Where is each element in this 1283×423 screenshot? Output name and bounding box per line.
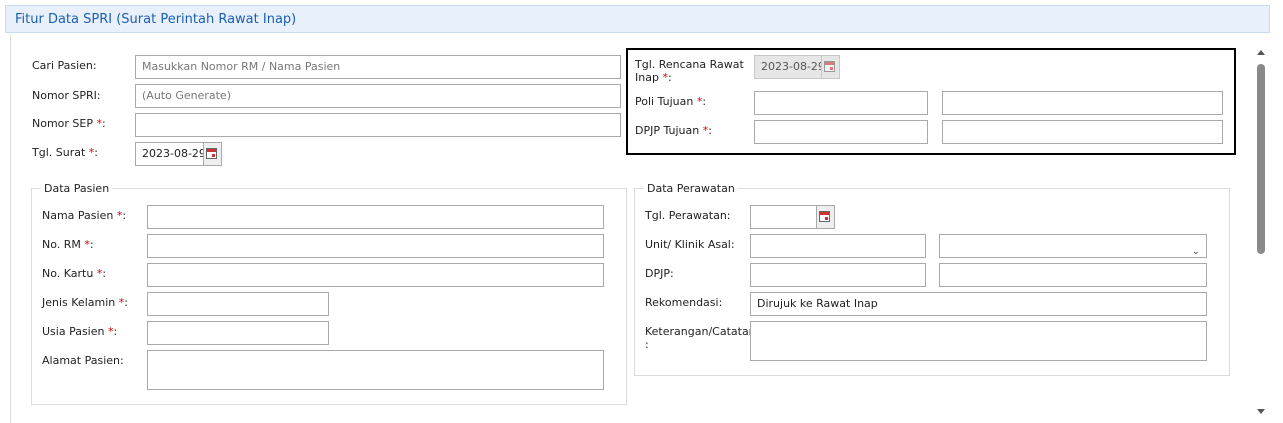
dpjp-tujuan-name-input[interactable] <box>942 120 1223 144</box>
no-rm-label: No. RM *: <box>42 238 94 251</box>
scroll-down-arrow-icon[interactable] <box>1257 409 1265 414</box>
panel-header: Fitur Data SPRI (Surat Perintah Rawat In… <box>5 5 1270 33</box>
dpjp-code-input[interactable] <box>750 263 926 287</box>
alamat-pasien-textarea[interactable] <box>147 350 604 390</box>
calendar-icon <box>822 59 838 75</box>
cari-pasien-input[interactable]: Masukkan Nomor RM / Nama Pasien <box>135 55 621 79</box>
cari-pasien-label: Cari Pasien: <box>32 59 97 72</box>
tgl-rencana-calendar-button[interactable] <box>821 56 839 78</box>
nomor-sep-label: Nomor SEP *: <box>32 117 106 130</box>
nomor-spri-input[interactable]: (Auto Generate) <box>135 84 621 108</box>
no-rm-input[interactable] <box>147 234 604 258</box>
alamat-pasien-label: Alamat Pasien: <box>42 354 124 367</box>
nomor-sep-input[interactable] <box>135 113 621 137</box>
tgl-rencana-value: 2023-08-29 <box>761 60 825 73</box>
tgl-perawatan-label: Tgl. Perawatan: <box>645 209 731 222</box>
keterangan-label: Keterangan/Catatan: <box>645 325 756 351</box>
tgl-surat-input[interactable]: 2023-08-29 <box>135 142 222 166</box>
tgl-rencana-label: Tgl. Rencana Rawat Inap *: <box>635 58 744 84</box>
rekomendasi-input[interactable]: Dirujuk ke Rawat Inap <box>750 292 1207 316</box>
calendar-icon <box>204 146 220 162</box>
tgl-surat-value: 2023-08-29 <box>142 147 206 160</box>
jenis-kelamin-input[interactable] <box>147 292 329 316</box>
no-kartu-input[interactable] <box>147 263 604 287</box>
nama-pasien-input[interactable] <box>147 205 604 229</box>
dpjp-label: DPJP: <box>645 267 674 280</box>
dpjp-tujuan-label: DPJP Tujuan *: <box>635 124 712 137</box>
dpjp-name-input[interactable] <box>939 263 1207 287</box>
calendar-icon <box>817 209 833 225</box>
tgl-perawatan-calendar-button[interactable] <box>816 206 834 228</box>
unit-klinik-code-input[interactable] <box>750 234 926 258</box>
no-kartu-label: No. Kartu *: <box>42 267 107 280</box>
dpjp-tujuan-code-input[interactable] <box>754 120 928 144</box>
jenis-kelamin-label: Jenis Kelamin *: <box>42 296 128 309</box>
poli-tujuan-label: Poli Tujuan *: <box>635 95 707 108</box>
scroll-up-arrow-icon[interactable] <box>1257 50 1265 55</box>
data-pasien-legend: Data Pasien <box>41 182 113 195</box>
usia-pasien-label: Usia Pasien *: <box>42 325 118 338</box>
tgl-surat-label: Tgl. Surat *: <box>32 146 98 159</box>
usia-pasien-input[interactable] <box>147 321 329 345</box>
tgl-surat-calendar-button[interactable] <box>203 143 221 165</box>
poli-tujuan-code-input[interactable] <box>754 91 928 115</box>
data-perawatan-legend: Data Perawatan <box>644 182 738 195</box>
tgl-rencana-input[interactable]: 2023-08-29 <box>754 55 840 79</box>
rekomendasi-label: Rekomendasi: <box>645 296 723 309</box>
chevron-down-icon: ⌄ <box>1191 246 1200 257</box>
unit-klinik-label: Unit/ Klinik Asal: <box>645 238 735 251</box>
page-title: Fitur Data SPRI (Surat Perintah Rawat In… <box>15 12 297 27</box>
poli-tujuan-name-input[interactable] <box>942 91 1223 115</box>
unit-klinik-select[interactable]: ⌄ <box>939 234 1207 258</box>
tgl-perawatan-input[interactable] <box>750 205 835 229</box>
keterangan-textarea[interactable] <box>750 321 1207 361</box>
nama-pasien-label: Nama Pasien *: <box>42 209 127 222</box>
nomor-spri-label: Nomor SPRI: <box>32 89 101 102</box>
scroll-thumb[interactable] <box>1257 64 1265 254</box>
vertical-scrollbar[interactable] <box>1254 48 1268 418</box>
